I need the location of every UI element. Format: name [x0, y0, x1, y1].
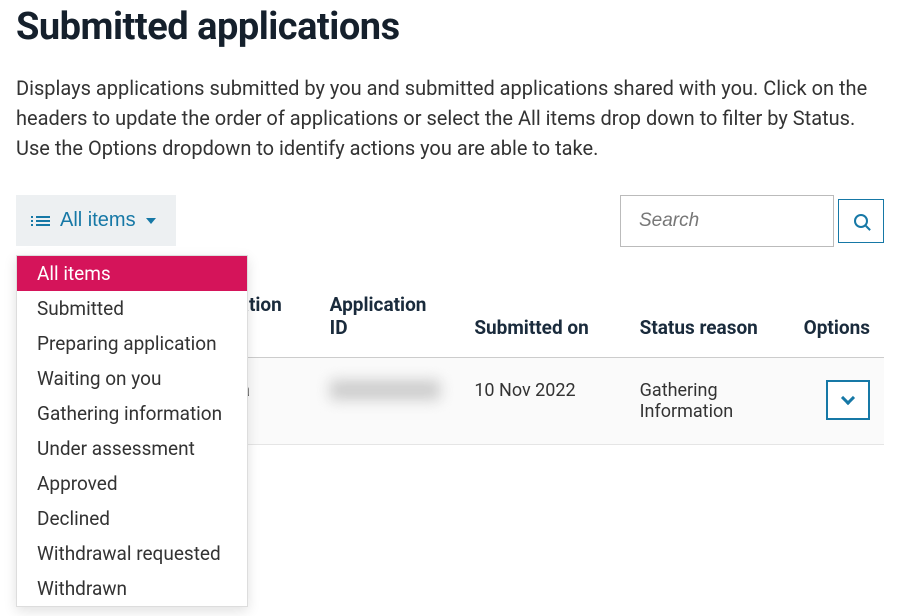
filter-option-waiting-on-you[interactable]: Waiting on you: [17, 361, 247, 396]
row-options-button[interactable]: [826, 380, 870, 420]
filter-option-under-assessment[interactable]: Under assessment: [17, 431, 247, 466]
filter-option-approved[interactable]: Approved: [17, 466, 247, 501]
search-icon: [854, 214, 868, 228]
filter-button[interactable]: All items: [16, 195, 176, 246]
filter-option-preparing-application[interactable]: Preparing application: [17, 326, 247, 361]
filter-option-withdrawn[interactable]: Withdrawn: [17, 571, 247, 606]
page-title: Submitted applications: [16, 5, 884, 49]
filter-button-label: All items: [60, 209, 136, 232]
controls-row: All items All items Submitted Preparing …: [16, 195, 884, 247]
page-intro: Displays applications submitted by you a…: [16, 73, 876, 163]
filter-dropdown-wrap: All items All items Submitted Preparing …: [16, 195, 176, 246]
chevron-down-icon: [841, 391, 855, 405]
cell-application-id: [316, 358, 461, 445]
caret-down-icon: [146, 218, 156, 224]
search-button[interactable]: [838, 199, 884, 243]
th-submitted-on[interactable]: Submitted on: [460, 275, 625, 358]
filter-option-submitted[interactable]: Submitted: [17, 291, 247, 326]
filter-dropdown-menu: All items Submitted Preparing applicatio…: [16, 255, 248, 607]
list-icon: [36, 216, 50, 226]
th-application-id[interactable]: Application ID: [316, 275, 461, 358]
search-wrap: [620, 195, 884, 247]
filter-option-gathering-information[interactable]: Gathering information: [17, 396, 247, 431]
cell-status-reason: Gathering Information: [626, 358, 781, 445]
th-status-reason[interactable]: Status reason: [626, 275, 781, 358]
filter-option-withdrawal-requested[interactable]: Withdrawal requested: [17, 536, 247, 571]
cell-submitted-on: 10 Nov 2022: [460, 358, 625, 445]
filter-option-declined[interactable]: Declined: [17, 501, 247, 536]
filter-option-all-items[interactable]: All items: [17, 256, 247, 291]
th-options: Options: [781, 275, 884, 358]
search-input[interactable]: [620, 195, 834, 247]
cell-options: [781, 358, 884, 445]
